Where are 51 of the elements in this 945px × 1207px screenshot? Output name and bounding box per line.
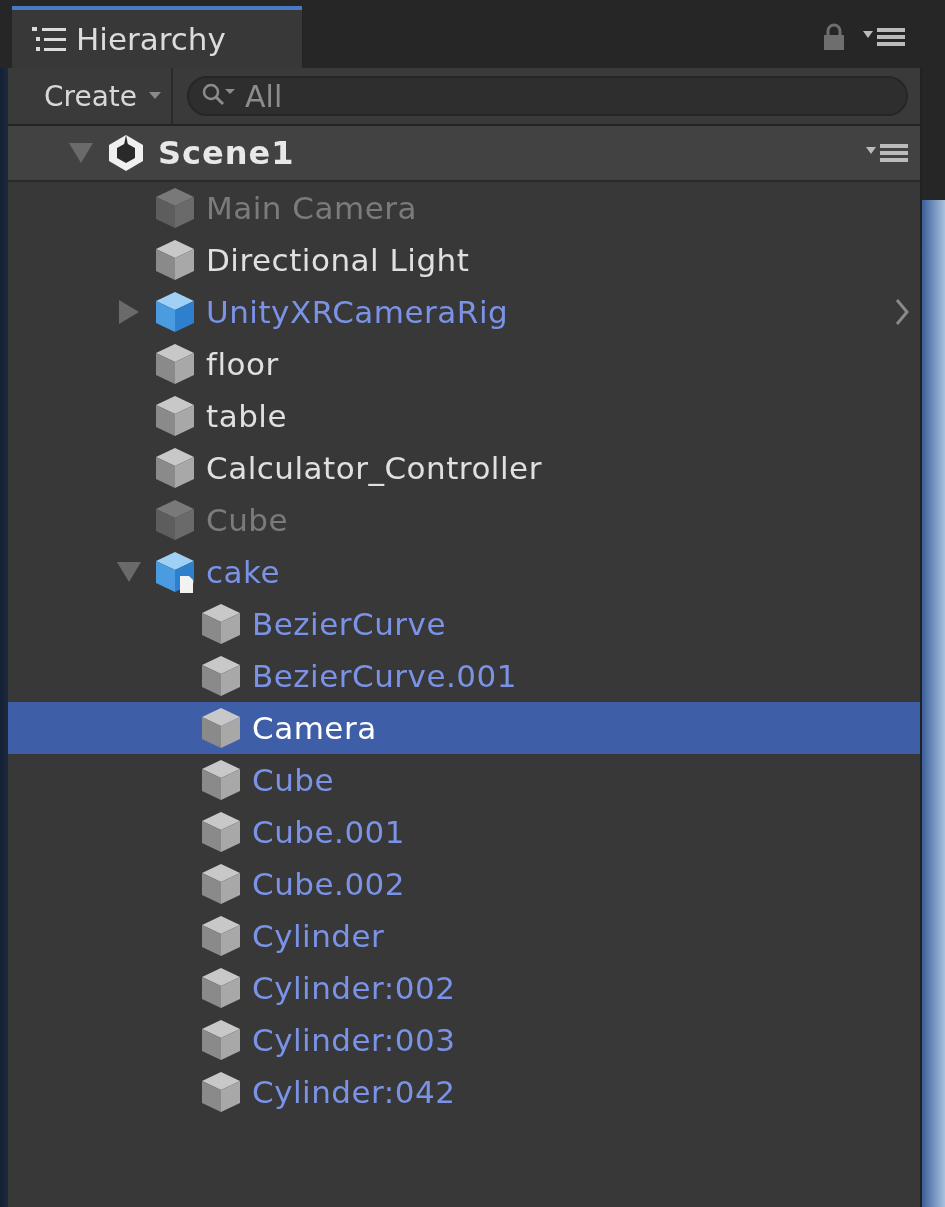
hierarchy-row[interactable]: Cylinder:003: [8, 1014, 920, 1066]
object-name: BezierCurve.001: [252, 658, 518, 694]
hierarchy-row[interactable]: table: [8, 390, 920, 442]
object-name: Cube: [206, 502, 289, 538]
menu-icon[interactable]: [863, 25, 907, 49]
hierarchy-row[interactable]: Cube: [8, 754, 920, 806]
object-name: Calculator_Controller: [206, 450, 542, 486]
chevron-right-icon[interactable]: [894, 297, 910, 327]
object-name: table: [206, 398, 287, 434]
object-name: Camera: [252, 710, 377, 746]
object-name: Cylinder: [252, 918, 385, 954]
hierarchy-row[interactable]: Cube.001: [8, 806, 920, 858]
object-name: BezierCurve: [252, 606, 446, 642]
object-name: Cube.002: [252, 866, 406, 902]
object-name: Cube: [252, 762, 335, 798]
object-name: floor: [206, 346, 279, 382]
hierarchy-row[interactable]: BezierCurve: [8, 598, 920, 650]
collapsed-triangle-icon[interactable]: [118, 299, 140, 325]
object-name: Cylinder:003: [252, 1022, 456, 1058]
list-icon: [32, 26, 66, 52]
object-name: UnityXRCameraRig: [206, 294, 509, 330]
hierarchy-tab[interactable]: Hierarchy: [12, 6, 302, 68]
hierarchy-row[interactable]: floor: [8, 338, 920, 390]
hierarchy-row[interactable]: Cube: [8, 494, 920, 546]
hierarchy-row[interactable]: Cylinder: [8, 910, 920, 962]
hierarchy-row[interactable]: Camera: [8, 702, 920, 754]
hierarchy-row[interactable]: BezierCurve.001: [8, 650, 920, 702]
hierarchy-row[interactable]: UnityXRCameraRig: [8, 286, 920, 338]
object-name: Cube.001: [252, 814, 406, 850]
caret-icon: [149, 92, 162, 100]
menu-icon[interactable]: [866, 141, 910, 165]
hierarchy-row[interactable]: Main Camera: [8, 182, 920, 234]
unity-logo-icon: [106, 133, 146, 173]
scene-name: Scene1: [158, 134, 295, 172]
hierarchy-row[interactable]: Cylinder:002: [8, 962, 920, 1014]
hierarchy-row[interactable]: Directional Light: [8, 234, 920, 286]
object-name: cake: [206, 554, 280, 590]
lock-icon[interactable]: [823, 23, 845, 51]
create-dropdown[interactable]: Create: [18, 68, 174, 124]
object-name: Cylinder:002: [252, 970, 456, 1006]
hierarchy-row[interactable]: Cylinder:042: [8, 1066, 920, 1118]
object-name: Cylinder:042: [252, 1074, 456, 1110]
expanded-triangle-icon[interactable]: [116, 561, 142, 583]
object-name: Directional Light: [206, 242, 470, 278]
object-name: Main Camera: [206, 190, 417, 226]
scene-header[interactable]: Scene1: [8, 126, 920, 182]
hierarchy-row[interactable]: Cube.002: [8, 858, 920, 910]
expanded-triangle-icon[interactable]: [68, 142, 94, 164]
hierarchy-row[interactable]: Calculator_Controller: [8, 442, 920, 494]
search-field[interactable]: All: [187, 76, 908, 116]
hierarchy-row[interactable]: cake: [8, 546, 920, 598]
